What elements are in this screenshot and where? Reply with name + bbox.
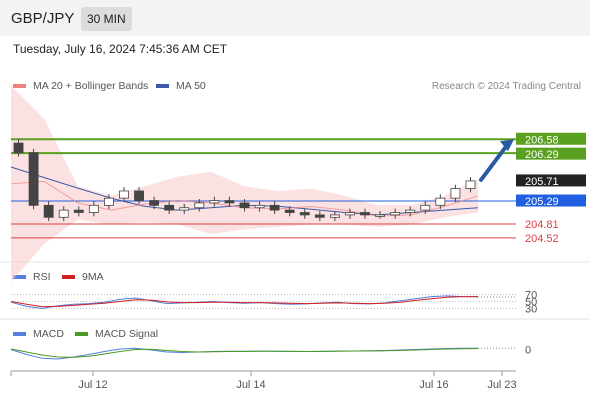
candle	[149, 200, 160, 206]
candle	[405, 209, 416, 213]
candle	[269, 204, 280, 211]
candle	[209, 200, 220, 204]
chart-canvas: 206.58206.29205.71205.29204.81204.527050…	[0, 85, 590, 391]
price-label-support: 204.52	[525, 233, 559, 245]
candle	[254, 204, 265, 209]
x-tick-label: Jul 16	[419, 379, 448, 391]
candle	[450, 188, 461, 199]
candle	[345, 212, 355, 216]
candle	[390, 212, 401, 216]
candle	[420, 204, 431, 211]
rsi-ma-line	[10, 296, 478, 308]
candle	[164, 204, 175, 211]
price-label-last_price: 205.71	[525, 176, 559, 188]
candle	[119, 190, 129, 199]
candle	[299, 212, 310, 216]
candle	[435, 197, 446, 206]
x-tick-label: Jul 23	[487, 379, 516, 391]
candle	[194, 202, 205, 209]
candle	[73, 209, 84, 213]
rsi-tick-label: 30	[525, 304, 537, 316]
x-tick-label: Jul 12	[78, 379, 107, 391]
candle	[224, 200, 235, 204]
candle	[360, 212, 370, 216]
candle	[13, 142, 24, 154]
bollinger-band	[11, 85, 478, 282]
candle	[179, 207, 190, 211]
price-label-pivot: 205.29	[525, 196, 559, 208]
candle	[58, 209, 69, 218]
price-label-resistance: 206.29	[525, 149, 559, 161]
candle	[465, 180, 476, 189]
price-label-support: 204.81	[525, 219, 559, 231]
candle	[329, 214, 340, 218]
candle	[375, 214, 385, 217]
candle	[104, 197, 114, 206]
forecast-arrow	[479, 143, 509, 182]
candle	[314, 214, 325, 218]
price-label-resistance: 206.58	[525, 134, 559, 146]
macd-tick-label: 0	[525, 345, 531, 357]
candle	[239, 202, 250, 209]
candle	[28, 152, 39, 206]
x-tick-label: Jul 14	[236, 379, 265, 391]
candle	[43, 204, 54, 218]
candle	[134, 190, 144, 201]
candle	[88, 204, 99, 213]
candle	[284, 209, 295, 213]
